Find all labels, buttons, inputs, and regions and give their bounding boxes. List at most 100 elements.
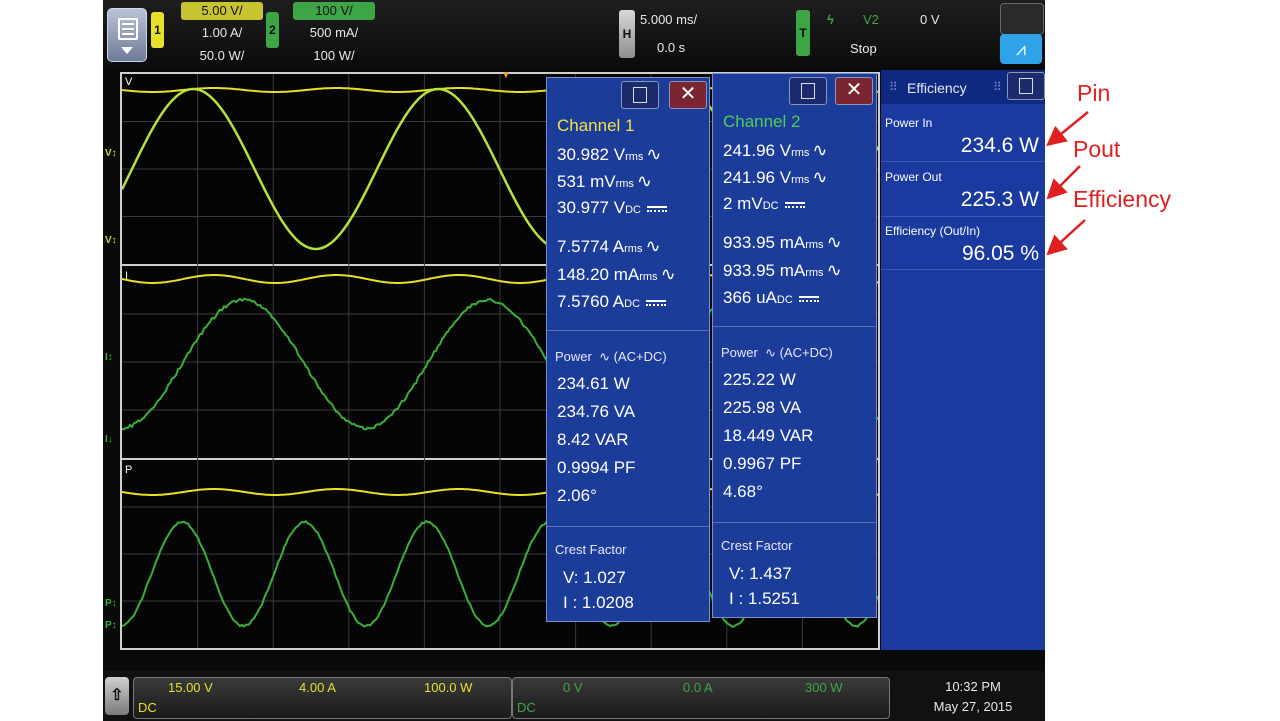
divider: [881, 161, 1045, 162]
ch2-reactive-power: 18.449 VAR: [723, 426, 813, 446]
drag-handle-icon[interactable]: ⠿: [993, 80, 1002, 94]
ch1-crest-current: I : 1.0208: [563, 593, 634, 613]
ch1-i-rms: 7.5774 Arms ∿: [557, 236, 661, 257]
ch2-crest-current: I : 1.5251: [729, 589, 800, 609]
channel-2-title: Channel 2: [723, 112, 801, 132]
ch2-crest-header: Crest Factor: [721, 538, 793, 553]
efficiency-panel: ⠿ Efficiency ⠿ Power In 234.6 W Power Ou…: [881, 70, 1045, 650]
power-out-value: 225.3 W: [961, 188, 1039, 212]
horizontal-delay[interactable]: 0.0 s: [657, 40, 685, 55]
ch2-i-ac-rms: 933.95 mArms ∿: [723, 260, 842, 281]
ch2-power-header: Power ∿ (AC+DC): [721, 345, 833, 361]
clock-date: May 27, 2015: [918, 699, 1028, 714]
ch1-i-ac-rms: 148.20 mArms ∿: [557, 264, 676, 285]
efficiency-menu-button[interactable]: [1007, 72, 1045, 100]
channel-1-title: Channel 1: [557, 116, 635, 136]
divider: [713, 326, 876, 327]
current-pane-label: I: [125, 270, 128, 282]
ch1-power-ground-marker[interactable]: P↕: [105, 598, 117, 609]
ch2-power-factor: 0.9967 PF: [723, 454, 801, 474]
trigger-tag[interactable]: T: [796, 10, 810, 56]
ch1-crest-voltage: V: 1.027: [563, 568, 626, 588]
ch2-voltage-scale[interactable]: 100 V/: [293, 2, 375, 20]
ch1-apparent-power: 234.76 VA: [557, 402, 635, 422]
trigger-level[interactable]: 0 V: [920, 12, 940, 27]
channel-2-measurement-panel: ✕ Channel 2 241.96 Vrms ∿ 241.96 Vrms ∿ 2 …: [712, 73, 877, 618]
power-in-label: Power In: [885, 116, 932, 130]
power-channel-1-settings[interactable]: 15.00 V 4.00 A 100.0 W DC: [133, 677, 512, 719]
horizontal-tag[interactable]: H: [619, 10, 635, 58]
top-status-bar: 1 5.00 V/ 1.00 A/ 50.0 W/ 2 100 V/ 500 m…: [103, 0, 1045, 68]
ch2-power-ground-marker[interactable]: P↕: [105, 620, 117, 631]
panel-1-close-button[interactable]: ✕: [669, 81, 707, 109]
ch1-phase-angle: 2.06°: [557, 486, 597, 506]
ch1-voltage-ground-marker[interactable]: V↕: [105, 148, 117, 159]
drag-handle-icon[interactable]: ⠿: [889, 80, 898, 94]
power-pane-label: P: [125, 464, 132, 476]
acquisition-status: Stop: [850, 41, 877, 56]
ch1-power-header: Power ∿ (AC+DC): [555, 349, 667, 365]
bottom-status-bar: ⇧ 15.00 V 4.00 A 100.0 W DC 0 V 0.0 A 30…: [103, 671, 1045, 721]
coupling-1: DC: [138, 700, 157, 715]
bottom-current-offset-1: 4.00 A: [299, 680, 336, 695]
ch1-voltage-scale[interactable]: 5.00 V/: [181, 2, 263, 20]
annotation-pin: Pin: [1077, 80, 1110, 107]
annotation-pout: Pout: [1073, 136, 1120, 163]
menu-icon: [118, 18, 138, 40]
power-channel-2-settings[interactable]: 0 V 0.0 A 300 W DC: [512, 677, 890, 719]
ch2-v-dc: 2 mVDC: [723, 194, 805, 214]
bottom-voltage-offset-1: 15.00 V: [168, 680, 213, 695]
ch2-v-ac-rms: 241.96 Vrms ∿: [723, 167, 827, 188]
oscilloscope-screen: 1 5.00 V/ 1.00 A/ 50.0 W/ 2 100 V/ 500 m…: [103, 0, 1045, 721]
ch2-real-power: 225.22 W: [723, 370, 796, 390]
power-out-label: Power Out: [885, 170, 942, 184]
divider: [547, 330, 709, 331]
ch1-i-dc: 7.5760 ADC: [557, 292, 666, 312]
trigger-source[interactable]: V2: [863, 12, 879, 27]
ch2-phase-angle: 4.68°: [723, 482, 763, 502]
panel-1-menu-button[interactable]: [621, 81, 659, 109]
ch2-crest-voltage: V: 1.437: [729, 564, 792, 584]
ch2-v-rms: 241.96 Vrms ∿: [723, 140, 827, 161]
ch1-v-rms: 30.982 Vrms ∿: [557, 144, 661, 165]
channel-1-measurement-panel: ✕ Channel 1 30.982 Vrms ∿ 531 mVrms ∿ 30.9…: [546, 77, 710, 622]
panel-2-menu-button[interactable]: [789, 77, 827, 105]
ch1-v-ac-rms: 531 mVrms ∿: [557, 171, 652, 192]
ch2-power-scale[interactable]: 100 W/: [293, 48, 375, 63]
bottom-current-offset-2: 0.0 A: [683, 680, 713, 695]
main-menu-button[interactable]: [107, 8, 147, 62]
screen-layout-button[interactable]: [1000, 3, 1044, 35]
channel-2-tag[interactable]: 2: [266, 12, 279, 48]
coupling-2: DC: [517, 700, 536, 715]
ch2-i-rms: 933.95 mArms ∿: [723, 232, 842, 253]
ch1-real-power: 234.61 W: [557, 374, 630, 394]
ch2-current-ground-marker[interactable]: I↓: [105, 434, 113, 445]
ch2-apparent-power: 225.98 VA: [723, 398, 801, 418]
timebase-value[interactable]: 5.000 ms/: [640, 12, 697, 27]
ch1-v-dc: 30.977 VDC: [557, 198, 667, 218]
divider: [881, 216, 1045, 217]
divider: [881, 269, 1045, 270]
ch2-i-dc: 366 uADC: [723, 288, 819, 308]
ch1-current-ground-marker[interactable]: I↕: [105, 352, 113, 363]
ch1-power-factor: 0.9994 PF: [557, 458, 635, 478]
ch1-crest-header: Crest Factor: [555, 542, 627, 557]
annotation-efficiency: Efficiency: [1073, 186, 1171, 213]
panel-2-close-button[interactable]: ✕: [835, 77, 873, 105]
arrow-efficiency: [1050, 220, 1085, 252]
trigger-edge-icon: ϟ: [827, 12, 834, 27]
ch1-reactive-power: 8.42 VAR: [557, 430, 629, 450]
ch2-current-scale[interactable]: 500 mA/: [293, 25, 375, 40]
bottom-power-offset-1: 100.0 W: [424, 680, 472, 695]
channel-1-tag[interactable]: 1: [151, 12, 164, 48]
ch1-current-scale[interactable]: 1.00 A/: [181, 25, 263, 40]
ch2-voltage-ground-marker[interactable]: V↕: [105, 235, 117, 246]
efficiency-title: Efficiency: [907, 80, 967, 96]
power-in-value: 234.6 W: [961, 134, 1039, 158]
ch1-power-scale[interactable]: 50.0 W/: [181, 48, 263, 63]
trigger-position-marker[interactable]: ▼: [501, 70, 511, 81]
arrow-up-icon[interactable]: ⇧: [105, 677, 129, 715]
efficiency-label: Efficiency (Out/In): [885, 224, 980, 238]
measure-icon[interactable]: ⩘: [1000, 34, 1042, 64]
clock-time: 10:32 PM: [918, 679, 1028, 694]
